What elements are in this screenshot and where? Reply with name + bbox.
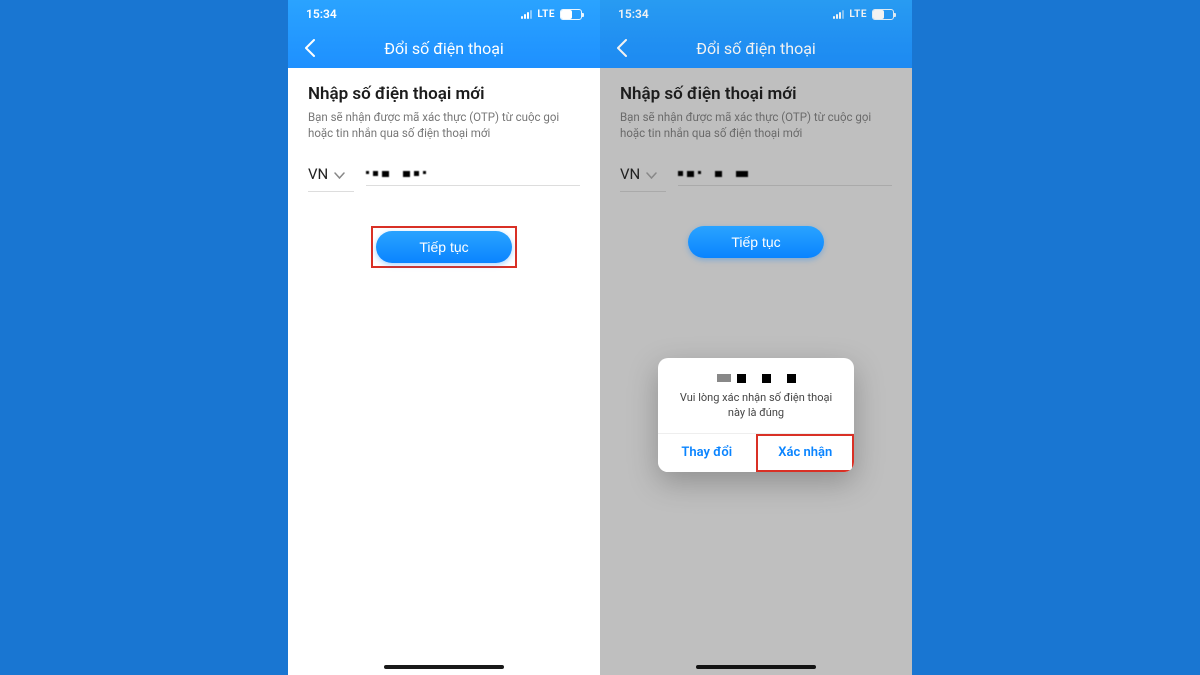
phone-input-row: VN: [620, 159, 892, 192]
battery-icon: [560, 9, 582, 20]
phone-input-row: VN: [308, 159, 580, 192]
page-title: Đổi số điện thoại: [696, 39, 816, 58]
chevron-down-icon: [646, 165, 657, 183]
back-button[interactable]: [610, 36, 634, 60]
redacted-phone-icon: [366, 171, 426, 177]
page-content: Nhập số điện thoại mới Bạn sẽ nhận được …: [288, 68, 600, 675]
tutorial-highlight: Tiếp tục: [371, 226, 517, 268]
status-bar: 15:34 LTE: [288, 0, 600, 28]
back-button[interactable]: [298, 36, 322, 60]
country-code-value: VN: [308, 165, 328, 183]
dialog-change-button[interactable]: Thay đổi: [658, 434, 756, 472]
screenshot-step-1: 15:34 LTE Đổi số điện thoại Nhập số điện…: [288, 0, 600, 675]
redacted-phone-icon: [678, 171, 748, 177]
home-indicator[interactable]: [384, 665, 504, 669]
status-bar: 15:34 LTE: [600, 0, 912, 28]
chevron-down-icon: [334, 165, 345, 183]
page-title: Đổi số điện thoại: [384, 39, 504, 58]
home-indicator[interactable]: [696, 665, 816, 669]
page-content: Nhập số điện thoại mới Bạn sẽ nhận được …: [600, 68, 912, 675]
dialog-confirm-label: Xác nhận: [778, 445, 832, 460]
battery-icon: [872, 9, 894, 20]
chevron-left-icon: [304, 39, 316, 57]
continue-button[interactable]: Tiếp tục: [376, 231, 512, 263]
network-label: LTE: [849, 9, 867, 20]
dialog-change-label: Thay đổi: [681, 445, 732, 460]
confirm-phone-dialog: Vui lòng xác nhận số điện thoại này là đ…: [658, 358, 854, 472]
phone-number-input[interactable]: [366, 165, 580, 186]
continue-button-label: Tiếp tục: [731, 234, 780, 250]
form-heading: Nhập số điện thoại mới: [308, 84, 580, 104]
continue-button[interactable]: Tiếp tục: [688, 226, 824, 258]
status-time: 15:34: [306, 7, 337, 21]
nav-bar: Đổi số điện thoại: [600, 28, 912, 68]
nav-bar: Đổi số điện thoại: [288, 28, 600, 68]
signal-icon: [521, 9, 532, 19]
chevron-left-icon: [616, 39, 628, 57]
dialog-confirm-button[interactable]: Xác nhận: [756, 434, 855, 472]
dialog-phone-redacted: [672, 374, 840, 383]
dialog-message: Vui lòng xác nhận số điện thoại này là đ…: [672, 391, 840, 421]
dialog-actions: Thay đổi Xác nhận: [658, 433, 854, 472]
form-subtext: Bạn sẽ nhận được mã xác thực (OTP) từ cu…: [308, 110, 580, 141]
network-label: LTE: [537, 9, 555, 20]
form-heading: Nhập số điện thoại mới: [620, 84, 892, 104]
form-subtext: Bạn sẽ nhận được mã xác thực (OTP) từ cu…: [620, 110, 892, 141]
country-code-select[interactable]: VN: [308, 159, 354, 192]
country-code-select[interactable]: VN: [620, 159, 666, 192]
phone-number-input[interactable]: [678, 165, 892, 186]
app-header: 15:34 LTE Đổi số điện thoại: [600, 0, 912, 68]
continue-button-label: Tiếp tục: [419, 239, 468, 255]
app-header: 15:34 LTE Đổi số điện thoại: [288, 0, 600, 68]
screenshot-step-2: 15:34 LTE Đổi số điện thoại Nhập số điện…: [600, 0, 912, 675]
country-code-value: VN: [620, 165, 640, 183]
signal-icon: [833, 9, 844, 19]
status-time: 15:34: [618, 7, 649, 21]
